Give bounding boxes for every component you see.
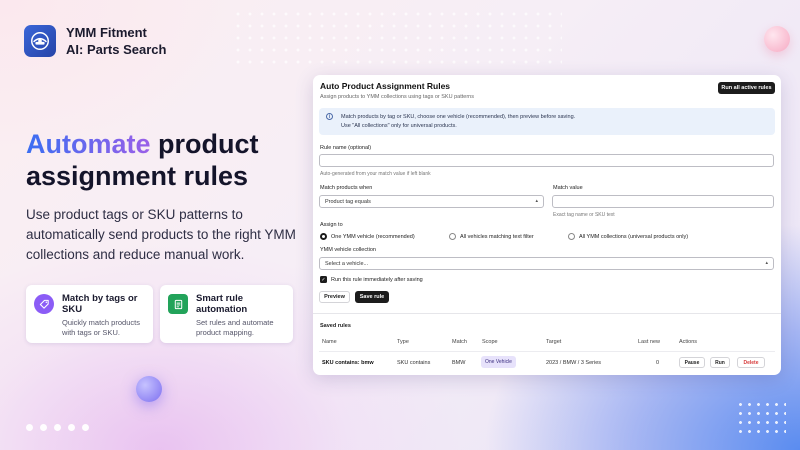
radio-unselected-icon [449, 233, 456, 240]
info-line-1: Match products by tag or SKU, choose one… [341, 114, 576, 120]
info-icon: i [326, 113, 333, 120]
pager-dot[interactable] [26, 424, 33, 431]
run-immediately-label: Run this rule immediately after saving [331, 276, 423, 283]
rule-target-cell: 2023 / BMW / 3 Series [546, 360, 602, 366]
page-subtitle: Assign products to YMM collections using… [320, 94, 474, 100]
rule-type-cell: SKU contains [397, 360, 431, 366]
match-when-select[interactable]: Product tag equals ▴ [319, 195, 544, 208]
radio-label: One YMM vehicle (recommended) [331, 233, 415, 240]
page-headline: Automate product assignment rules [26, 128, 296, 192]
chevron-updown-icon: ▴ [765, 260, 768, 266]
collection-label: YMM vehicle collection [320, 247, 376, 253]
column-header: Last new [638, 339, 661, 345]
radio-label: All vehicles matching text filter [460, 233, 534, 240]
pager-dot[interactable] [68, 424, 75, 431]
match-value-label: Match value [553, 185, 583, 191]
run-immediately-checkbox[interactable]: ✓ Run this rule immediately after saving [320, 276, 423, 283]
rule-name-input[interactable] [319, 154, 774, 167]
headline-accent: Automate [26, 129, 151, 159]
rule-name-cell: SKU contains: bmw [322, 360, 374, 366]
tag-icon [34, 294, 54, 314]
match-value-input[interactable] [552, 195, 774, 208]
preview-button[interactable]: Preview [319, 291, 350, 303]
assign-to-label: Assign to [320, 222, 343, 228]
feature-title: Smart rule automation [196, 293, 248, 315]
feature-card-automation: Smart rule automation Set rules and auto… [160, 285, 293, 343]
column-header: Scope [482, 339, 498, 345]
run-button[interactable]: Run [710, 357, 730, 368]
pause-button[interactable]: Pause [679, 357, 705, 368]
scope-badge: One Vehicle [481, 356, 516, 368]
match-value-hint: Exact tag name or SKU text [553, 212, 615, 218]
radio-selected-icon [320, 233, 327, 240]
vehicle-collection-select[interactable]: Select a vehicle... ▴ [319, 257, 774, 270]
delete-button[interactable]: Delete [737, 357, 765, 368]
info-line-2: Use "All collections" only for universal… [341, 122, 457, 129]
pager-dot[interactable] [82, 424, 89, 431]
decorative-dots [232, 8, 562, 68]
brand-tagline: AI: Parts Search [66, 42, 167, 57]
brand-logo [24, 25, 56, 57]
match-when-label: Match products when [320, 185, 373, 191]
pager-dot[interactable] [54, 424, 61, 431]
pager-dot[interactable] [40, 424, 47, 431]
column-header: Name [322, 339, 337, 345]
page-title: Auto Product Assignment Rules [320, 81, 451, 91]
radio-text-filter[interactable]: All vehicles matching text filter [449, 233, 534, 240]
column-header: Actions [679, 339, 698, 345]
decorative-dots [736, 400, 786, 436]
decorative-orb [136, 376, 162, 402]
document-icon [168, 294, 188, 314]
feature-card-tags: Match by tags or SKU Quickly match produ… [26, 285, 153, 343]
radio-one-vehicle[interactable]: One YMM vehicle (recommended) [320, 233, 415, 240]
radio-label: All YMM collections (universal products … [579, 233, 689, 240]
chevron-updown-icon: ▴ [535, 198, 538, 204]
column-header: Type [397, 339, 409, 345]
hero-subtext: Use product tags or SKU patterns to auto… [26, 207, 296, 262]
save-rule-button[interactable]: Save rule [355, 291, 389, 303]
column-header: Match [452, 339, 467, 345]
feature-title: Match by tags or SKU [62, 293, 138, 315]
rule-last-new-cell: 0 [656, 360, 660, 366]
radio-all-collections[interactable]: All YMM collections (universal products … [568, 233, 688, 240]
feature-description: Quickly match products with tags or SKU. [62, 318, 140, 337]
decorative-orb [764, 26, 790, 52]
brand: YMM Fitment AI: Parts Search [24, 24, 166, 58]
saved-rules-title: Saved rules [320, 323, 351, 329]
brand-name: YMM Fitment [66, 25, 147, 40]
column-header: Target [546, 339, 562, 345]
info-banner: i Match products by tag or SKU, choose o… [319, 108, 775, 135]
feature-description: Set rules and automate product mapping. [196, 318, 274, 337]
table-row-divider [319, 351, 775, 352]
rule-match-cell: BMW [452, 360, 466, 366]
run-all-rules-button[interactable]: Run all active rules [718, 82, 775, 94]
slide-pager [26, 424, 89, 431]
radio-unselected-icon [568, 233, 575, 240]
rule-name-label: Rule name (optional) [320, 145, 372, 151]
section-divider [313, 313, 781, 314]
app-window: Auto Product Assignment Rules Assign pro… [313, 75, 781, 375]
check-icon: ✓ [320, 276, 327, 283]
match-when-value: Product tag equals [325, 198, 371, 205]
vehicle-collection-value: Select a vehicle... [325, 260, 369, 267]
car-wheel-icon [31, 32, 49, 50]
rule-name-hint: Auto-generated from your match value if … [320, 171, 431, 177]
